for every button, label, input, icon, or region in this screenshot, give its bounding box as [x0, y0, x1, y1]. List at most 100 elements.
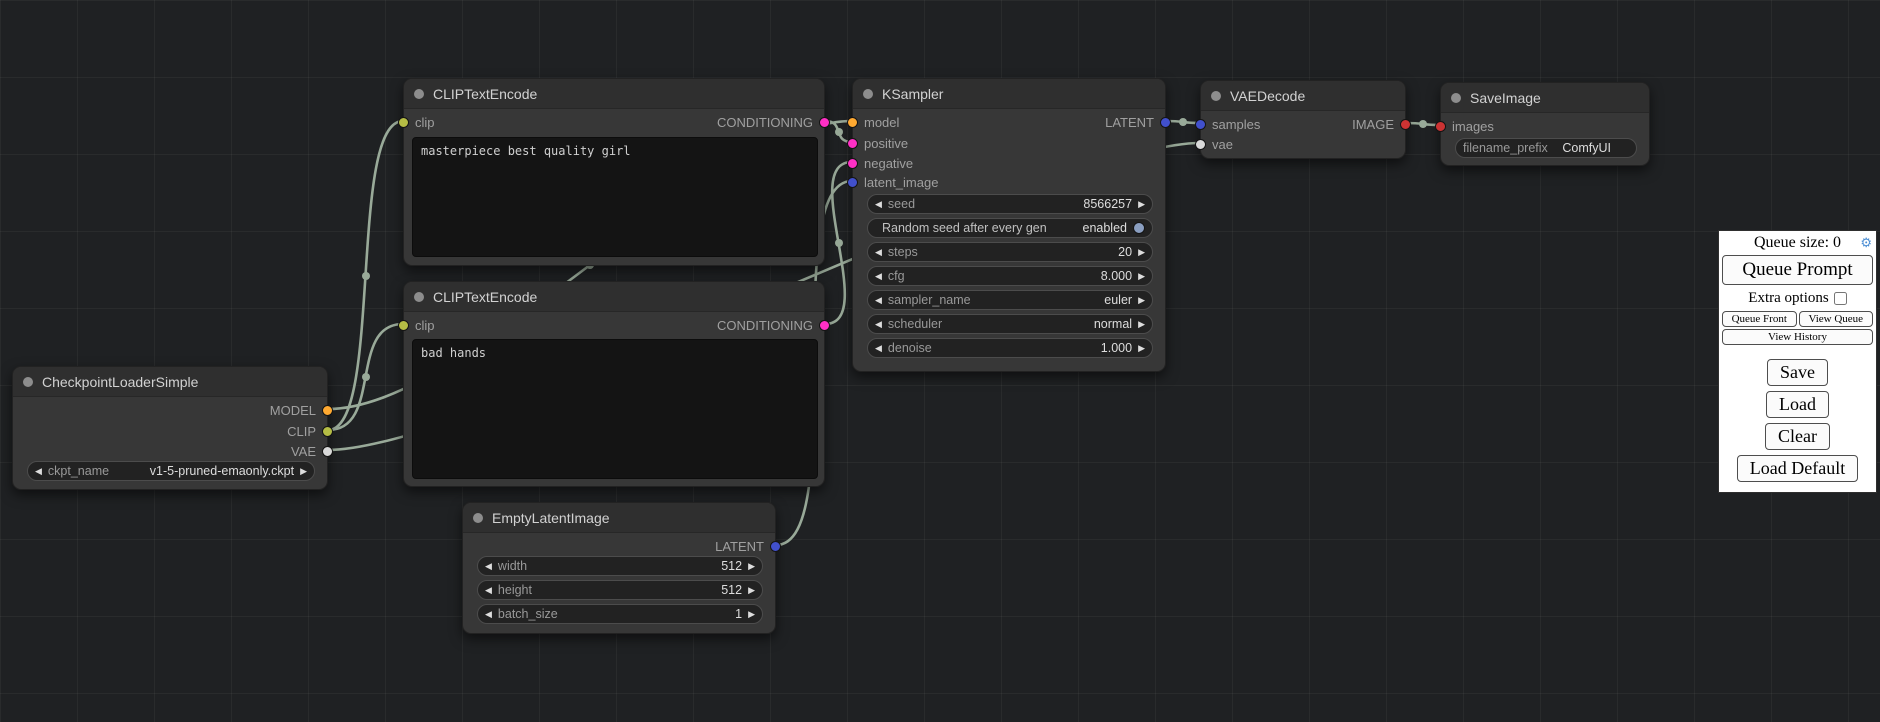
slot-dot[interactable] [819, 117, 830, 128]
widget-denoise[interactable]: ◀ denoise 1.000 ▶ [867, 338, 1153, 358]
arrow-right-icon[interactable]: ▶ [300, 467, 307, 476]
output-slot-conditioning[interactable]: CONDITIONING [717, 113, 830, 131]
input-slot-clip[interactable]: clip [398, 113, 435, 131]
slot-dot[interactable] [847, 138, 858, 149]
toggle-dot-icon[interactable] [1133, 222, 1145, 234]
slot-dot[interactable] [322, 446, 333, 457]
widget-filename-prefix[interactable]: filename_prefix ComfyUI [1455, 138, 1637, 158]
collapse-dot-icon[interactable] [863, 89, 873, 99]
widget-height[interactable]: ◀ height 512 ▶ [477, 580, 763, 600]
output-slot-model[interactable]: MODEL [270, 401, 333, 419]
slot-dot[interactable] [398, 320, 409, 331]
widget-ckpt-name[interactable]: ◀ ckpt_name v1-5-pruned-emaonly.ckpt ▶ [27, 461, 315, 481]
slot-dot[interactable] [819, 320, 830, 331]
widget-batch-size[interactable]: ◀ batch_size 1 ▶ [477, 604, 763, 624]
slot-dot[interactable] [1400, 119, 1411, 130]
collapse-dot-icon[interactable] [1211, 91, 1221, 101]
arrow-left-icon[interactable]: ◀ [485, 610, 492, 619]
node-title-bar[interactable]: CLIPTextEncode [404, 282, 824, 312]
slot-dot[interactable] [1435, 121, 1446, 132]
slot-dot[interactable] [1195, 119, 1206, 130]
widget-seed[interactable]: ◀ seed 8566257 ▶ [867, 194, 1153, 214]
input-slot-vae[interactable]: vae [1195, 135, 1233, 153]
extra-options-checkbox[interactable] [1834, 292, 1847, 305]
slot-dot[interactable] [847, 177, 858, 188]
arrow-right-icon[interactable]: ▶ [1138, 248, 1145, 257]
arrow-left-icon[interactable]: ◀ [485, 562, 492, 571]
slot-dot[interactable] [1160, 117, 1171, 128]
input-slot-negative[interactable]: negative [847, 154, 913, 172]
node-save-image[interactable]: SaveImage images filename_prefix ComfyUI [1440, 82, 1650, 166]
collapse-dot-icon[interactable] [1451, 93, 1461, 103]
widget-sampler-name[interactable]: ◀ sampler_name euler ▶ [867, 290, 1153, 310]
arrow-left-icon[interactable]: ◀ [875, 272, 882, 281]
node-title-bar[interactable]: CLIPTextEncode [404, 79, 824, 109]
slot-dot[interactable] [322, 426, 333, 437]
queue-front-button[interactable]: Queue Front [1722, 311, 1797, 327]
node-title-bar[interactable]: SaveImage [1441, 83, 1649, 113]
view-queue-button[interactable]: View Queue [1799, 311, 1874, 327]
arrow-right-icon[interactable]: ▶ [748, 562, 755, 571]
widget-width[interactable]: ◀ width 512 ▶ [477, 556, 763, 576]
arrow-left-icon[interactable]: ◀ [875, 320, 882, 329]
arrow-left-icon[interactable]: ◀ [485, 586, 492, 595]
node-clip-text-encode-negative[interactable]: CLIPTextEncode clip CONDITIONING bad han… [403, 281, 825, 487]
output-slot-conditioning[interactable]: CONDITIONING [717, 316, 830, 334]
node-empty-latent-image[interactable]: EmptyLatentImage LATENT ◀ width 512 ▶ ◀ … [462, 502, 776, 634]
output-slot-latent[interactable]: LATENT [715, 537, 781, 555]
widget-scheduler[interactable]: ◀ scheduler normal ▶ [867, 314, 1153, 334]
queue-prompt-button[interactable]: Queue Prompt [1722, 255, 1873, 285]
slot-dot[interactable] [847, 158, 858, 169]
load-button[interactable]: Load [1766, 391, 1829, 418]
arrow-right-icon[interactable]: ▶ [1138, 296, 1145, 305]
output-slot-vae[interactable]: VAE [291, 442, 333, 460]
input-slot-clip[interactable]: clip [398, 316, 435, 334]
collapse-dot-icon[interactable] [23, 377, 33, 387]
slot-dot[interactable] [1195, 139, 1206, 150]
arrow-left-icon[interactable]: ◀ [35, 467, 42, 476]
slot-dot[interactable] [847, 117, 858, 128]
collapse-dot-icon[interactable] [414, 292, 424, 302]
arrow-right-icon[interactable]: ▶ [1138, 320, 1145, 329]
node-checkpoint-loader[interactable]: CheckpointLoaderSimple MODEL CLIP VAE ◀ … [12, 366, 328, 490]
save-button[interactable]: Save [1767, 359, 1828, 386]
widget-random-seed-toggle[interactable]: Random seed after every gen enabled [867, 218, 1153, 238]
node-title-bar[interactable]: EmptyLatentImage [463, 503, 775, 533]
collapse-dot-icon[interactable] [473, 513, 483, 523]
node-title-bar[interactable]: CheckpointLoaderSimple [13, 367, 327, 397]
input-slot-latent-image[interactable]: latent_image [847, 173, 938, 191]
slot-dot[interactable] [398, 117, 409, 128]
prompt-textarea[interactable]: masterpiece best quality girl [412, 137, 818, 257]
arrow-left-icon[interactable]: ◀ [875, 248, 882, 257]
input-slot-model[interactable]: model [847, 113, 899, 131]
arrow-right-icon[interactable]: ▶ [1138, 200, 1145, 209]
widget-steps[interactable]: ◀ steps 20 ▶ [867, 242, 1153, 262]
arrow-right-icon[interactable]: ▶ [1138, 344, 1145, 353]
arrow-left-icon[interactable]: ◀ [875, 296, 882, 305]
arrow-left-icon[interactable]: ◀ [875, 200, 882, 209]
input-slot-positive[interactable]: positive [847, 134, 908, 152]
input-slot-images[interactable]: images [1435, 117, 1494, 135]
input-slot-samples[interactable]: samples [1195, 115, 1260, 133]
node-title-bar[interactable]: KSampler [853, 79, 1165, 109]
arrow-right-icon[interactable]: ▶ [1138, 272, 1145, 281]
settings-gear-icon[interactable]: ⚙ [1860, 235, 1872, 251]
widget-cfg[interactable]: ◀ cfg 8.000 ▶ [867, 266, 1153, 286]
slot-dot[interactable] [770, 541, 781, 552]
node-canvas[interactable]: { "ui": { "link_color": "#99AA99", "arro… [0, 0, 1880, 722]
view-history-button[interactable]: View History [1722, 329, 1873, 345]
load-default-button[interactable]: Load Default [1737, 455, 1858, 482]
arrow-right-icon[interactable]: ▶ [748, 610, 755, 619]
slot-dot[interactable] [322, 405, 333, 416]
output-slot-image[interactable]: IMAGE [1352, 115, 1411, 133]
node-clip-text-encode-positive[interactable]: CLIPTextEncode clip CONDITIONING masterp… [403, 78, 825, 266]
output-slot-latent[interactable]: LATENT [1105, 113, 1171, 131]
node-title-bar[interactable]: VAEDecode [1201, 81, 1405, 111]
clear-button[interactable]: Clear [1765, 423, 1830, 450]
node-ksampler[interactable]: KSampler model positive negative latent_… [852, 78, 1166, 372]
output-slot-clip[interactable]: CLIP [287, 422, 333, 440]
collapse-dot-icon[interactable] [414, 89, 424, 99]
arrow-left-icon[interactable]: ◀ [875, 344, 882, 353]
prompt-textarea[interactable]: bad hands [412, 339, 818, 479]
node-vae-decode[interactable]: VAEDecode samples vae IMAGE [1200, 80, 1406, 159]
